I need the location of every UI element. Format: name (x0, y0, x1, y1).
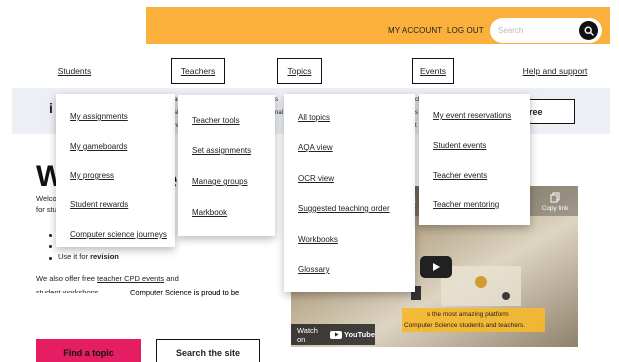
menu-item-manage-groups[interactable]: Manage groups (192, 177, 248, 186)
menu-item-student-events[interactable]: Student events (433, 141, 486, 150)
cpd-paragraph: We also offer free teacher CPD events an… (36, 273, 179, 284)
bullet-item-revision: Use it for revision (58, 251, 119, 262)
logo-area[interactable] (12, 7, 146, 44)
youtube-play-icon (330, 330, 343, 339)
menu-item-my-event-reservations[interactable]: My event reservations (433, 111, 511, 120)
menu-item-computer-science-journeys[interactable]: Computer science journeys (70, 230, 167, 239)
bullet-marker (49, 234, 52, 237)
video-caption-line: s the most amazing platform (427, 311, 509, 318)
menu-item-teacher-mentoring[interactable]: Teacher mentoring (433, 200, 499, 209)
menu-item-student-rewards[interactable]: Student rewards (70, 200, 128, 209)
menu-item-workbooks[interactable]: Workbooks (298, 235, 338, 244)
log-out-link[interactable]: LOG OUT (447, 26, 484, 35)
nav-teachers[interactable]: Teachers (171, 58, 225, 84)
video-play-button[interactable] (420, 256, 452, 278)
students-menu: My assignments My gameboards My progress… (56, 94, 175, 247)
banner-text-fragment: nal (275, 110, 284, 116)
nav-students[interactable]: Students (52, 58, 97, 84)
search-icon (583, 25, 594, 36)
menu-item-all-topics[interactable]: All topics (298, 113, 330, 122)
menu-item-my-assignments[interactable]: My assignments (70, 112, 128, 121)
teacher-cpd-events-link[interactable]: teacher CPD events (97, 274, 164, 283)
play-icon (433, 263, 440, 271)
menu-item-glossary[interactable]: Glossary (298, 265, 330, 274)
video-caption-line: Computer Science students and teachers. (404, 322, 526, 329)
menu-item-my-gameboards[interactable]: My gameboards (70, 142, 127, 151)
menu-item-suggested-teaching-order[interactable]: Suggested teaching order (298, 204, 390, 213)
proud-text-overlay: Computer Science is proud to be (130, 288, 240, 297)
my-account-link[interactable]: MY ACCOUNT (388, 26, 442, 35)
search-input[interactable] (498, 22, 576, 38)
banner-text-fragment: t (415, 123, 417, 129)
watch-on-youtube-button[interactable]: Watch on YouTube (291, 324, 375, 345)
menu-item-set-assignments[interactable]: Set assignments (192, 146, 251, 155)
youtube-logo: YouTube (330, 330, 375, 339)
menu-item-aqa-view[interactable]: AQA view (298, 143, 333, 152)
banner-heading-fragment: i (49, 100, 53, 116)
find-a-topic-button[interactable]: Find a topic (36, 339, 141, 362)
bullet-marker (49, 257, 52, 260)
copy-link-label: Copy link (541, 205, 569, 212)
menu-item-teacher-tools[interactable]: Teacher tools (192, 116, 240, 125)
bullet-text: Use it for (58, 252, 91, 261)
copy-icon (550, 192, 560, 203)
menu-item-markbook[interactable]: Markbook (192, 208, 227, 217)
youtube-wordmark: YouTube (344, 330, 375, 339)
search-bar (490, 18, 602, 43)
search-the-site-button[interactable]: Search the site (156, 339, 260, 362)
intro-text-fragment: Welco (36, 194, 57, 203)
cpd-text: We also offer free (36, 274, 98, 283)
intro-text-fragment: for stu (36, 205, 57, 214)
copy-link-button[interactable]: Copy link (540, 192, 570, 220)
teachers-menu: Teacher tools Set assignments Manage gro… (178, 95, 275, 236)
menu-item-teacher-events[interactable]: Teacher events (433, 171, 487, 180)
cpd-text-suffix: and (164, 274, 179, 283)
nav-topics[interactable]: Topics (277, 58, 322, 84)
events-menu: My event reservations Student events Tea… (419, 94, 530, 225)
banner-text-fragment: s (415, 110, 418, 116)
watch-on-label: Watch on (297, 325, 318, 344)
nav-help-and-support[interactable]: Help and support (518, 58, 592, 84)
menu-item-my-progress[interactable]: My progress (70, 171, 114, 180)
banner-text-fragment: s (275, 97, 278, 103)
search-button[interactable] (579, 21, 598, 40)
bullet-bold-text: revision (90, 252, 119, 261)
menu-item-ocr-view[interactable]: OCR view (298, 174, 334, 183)
bullet-marker (49, 245, 52, 248)
topics-menu: All topics AQA view OCR view Suggested t… (284, 94, 415, 292)
nav-events[interactable]: Events (412, 58, 454, 84)
